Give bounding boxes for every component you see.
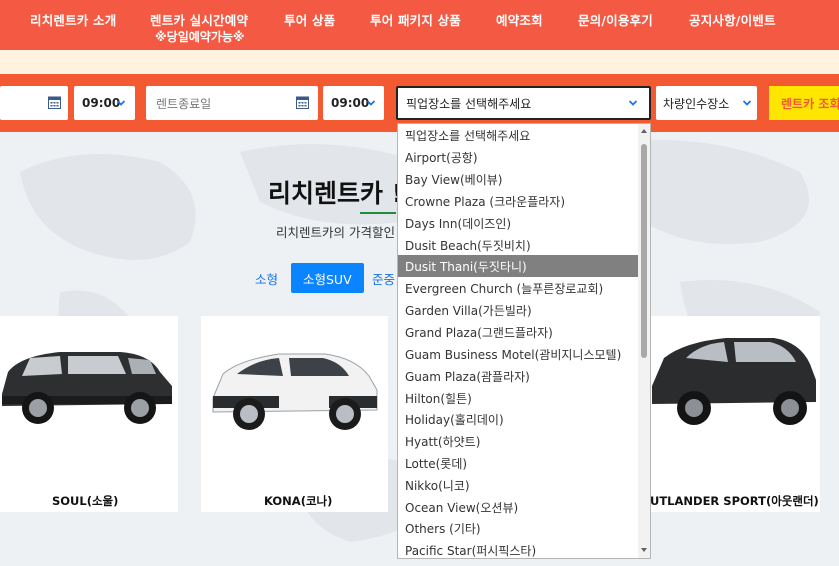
title-underline — [360, 212, 396, 214]
end-time-select[interactable]: 09:00 — [323, 86, 384, 120]
chevron-down-icon — [117, 100, 125, 106]
car-card-soul[interactable] — [0, 316, 178, 512]
dropdown-option[interactable]: Others (기타) — [398, 517, 640, 539]
start-date-input[interactable] — [0, 86, 68, 120]
car-name-kona: KONA(코나) — [264, 494, 333, 508]
dropdown-option[interactable]: Evergreen Church (늘푸른장로교회) — [398, 277, 640, 299]
start-time-select[interactable]: 09:00 — [74, 86, 135, 120]
end-date-placeholder: 렌트종료일 — [156, 96, 212, 111]
dropdown-option[interactable]: Crowne Plaza (크라운플라자) — [398, 190, 640, 212]
outlander-sport-car-image — [652, 338, 816, 425]
dropdown-option[interactable]: Hyatt(하얏트) — [398, 430, 640, 452]
top-nav: 리치렌트카 소개 렌트카 실시간예약 ※당일예약가능※ 투어 상품 투어 패키지… — [0, 0, 839, 50]
nav-about[interactable]: 리치렌트카 소개 — [30, 10, 116, 29]
rent-search-button[interactable]: 렌트카 조회 — [769, 86, 839, 120]
pickup-dropdown-list[interactable]: 픽업장소를 선택해주세요 Airport(공항) Bay View(베이뷰) C… — [397, 123, 651, 559]
dropdown-option[interactable]: Bay View(베이뷰) — [398, 168, 640, 190]
tab-compact[interactable]: 소형 — [255, 263, 278, 293]
nav-notice-events[interactable]: 공지사항/이벤트 — [689, 10, 776, 29]
dropdown-option[interactable]: Dusit Beach(두짓비치) — [398, 234, 640, 256]
nav-tour-packages[interactable]: 투어 패키지 상품 — [370, 10, 461, 29]
tab-midsize[interactable]: 준중 — [372, 263, 395, 293]
return-location-select[interactable]: 차량인수장소 — [656, 86, 757, 120]
dropdown-scrollbar[interactable] — [638, 124, 650, 558]
dropdown-option[interactable]: Guam Plaza(괌플라자) — [398, 365, 640, 387]
chevron-down-icon — [367, 100, 375, 106]
soul-car-image — [2, 352, 172, 424]
return-location-value: 차량인수장소 — [663, 96, 730, 111]
dropdown-option[interactable]: Ocean View(오션뷰) — [398, 496, 640, 518]
dropdown-option[interactable]: Hilton(힐튼) — [398, 387, 640, 409]
rent-search-label: 렌트카 조회 — [781, 96, 839, 111]
car-card-kona[interactable] — [201, 316, 388, 512]
dropdown-option[interactable]: Garden Villa(가든빌라) — [398, 299, 640, 321]
nav-realtime-booking[interactable]: 렌트카 실시간예약 — [150, 10, 248, 29]
car-card-outlander-sport[interactable] — [650, 316, 820, 512]
kona-car-image — [212, 353, 378, 430]
pickup-selected-value: 픽업장소를 선택해주세요 — [406, 96, 532, 111]
start-time-value: 09:00 — [82, 96, 121, 110]
car-name-soul: SOUL(소울) — [52, 494, 119, 508]
chevron-down-icon — [629, 100, 637, 106]
end-time-value: 09:00 — [331, 96, 370, 110]
nav-tour-products[interactable]: 투어 상품 — [284, 10, 335, 29]
pickup-location-select[interactable]: 픽업장소를 선택해주세요 — [396, 86, 651, 120]
nav-divider-strip — [0, 50, 839, 74]
tab-compact-suv[interactable]: 소형SUV — [291, 263, 364, 293]
chevron-down-icon — [743, 100, 751, 106]
dropdown-option-highlighted[interactable]: Dusit Thani(두짓타니) — [398, 255, 640, 277]
scrollbar-thumb[interactable] — [641, 144, 647, 358]
scroll-up-icon[interactable] — [640, 127, 648, 135]
dropdown-option[interactable]: Days Inn(데이즈인) — [398, 212, 640, 234]
end-date-input[interactable]: 렌트종료일 — [146, 86, 318, 120]
dropdown-option[interactable]: Grand Plaza(그랜드플라자) — [398, 321, 640, 343]
nav-booking-lookup[interactable]: 예약조회 — [496, 10, 543, 29]
nav-same-day-note: ※당일예약가능※ — [155, 30, 245, 44]
dropdown-option[interactable]: Pacific Star(퍼시픽스타) — [398, 539, 640, 558]
section-title: 리치렌트카 ! — [268, 179, 404, 208]
nav-inquiry-reviews[interactable]: 문의/이용후기 — [578, 10, 653, 29]
calendar-icon — [296, 96, 309, 109]
scroll-down-icon[interactable] — [640, 546, 648, 554]
calendar-icon — [48, 96, 61, 109]
dropdown-option[interactable]: Nikko(니코) — [398, 474, 640, 496]
dropdown-option[interactable]: Lotte(롯데) — [398, 452, 640, 474]
dropdown-option[interactable]: Airport(공항) — [398, 146, 640, 168]
car-name-outlander-sport: UTLANDER SPORT(아웃랜더) — [650, 494, 819, 508]
dropdown-option[interactable]: 픽업장소를 선택해주세요 — [398, 124, 640, 146]
dropdown-option[interactable]: Guam Business Motel(괌비지니스모텔) — [398, 343, 640, 365]
section-subtitle: 리치렌트카의 가격할인 — [276, 225, 395, 240]
dropdown-option[interactable]: Holiday(홀리데이) — [398, 408, 640, 430]
